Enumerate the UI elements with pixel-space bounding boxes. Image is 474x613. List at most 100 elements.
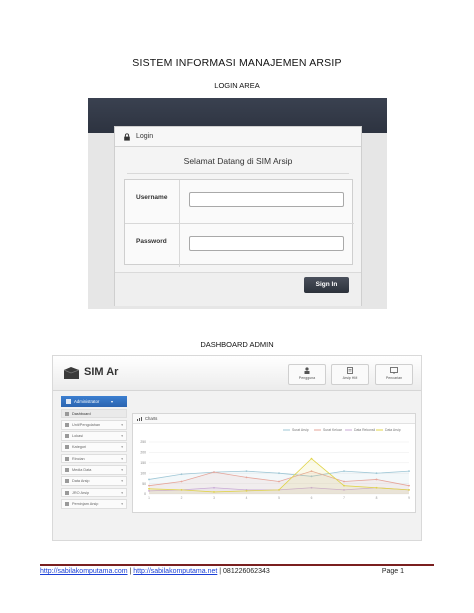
footer-link-net[interactable]: http://sabilakomputama.net: [133, 568, 217, 575]
sidebar-item-kategori[interactable]: Kategori ▾: [61, 442, 127, 453]
chevron-down-icon: ▾: [121, 434, 123, 439]
menu-icon: [65, 434, 69, 439]
login-panel-header: Login: [115, 127, 361, 147]
x-tick-label: 8: [376, 496, 378, 500]
legend-label: Surat Keluar: [323, 428, 343, 432]
x-tick-label: 2: [181, 496, 183, 500]
y-tick-label: 150: [140, 461, 146, 465]
data-point: [213, 471, 215, 474]
line-chart: 0 50 100 150 200 250 1 2 3 4 5 6 7 8 9 Surat Arsip Surat…: [140, 428, 410, 500]
sidebar-item-label: Dashboard: [72, 411, 91, 416]
data-point: [148, 487, 150, 490]
sidebar-item-label: Unit/Pengolahan: [72, 422, 101, 427]
y-tick-label: 0: [144, 492, 146, 496]
password-input[interactable]: [189, 236, 344, 251]
login-panel-title: Login: [136, 133, 154, 140]
data-point: [375, 486, 378, 489]
login-divider: [127, 173, 349, 174]
login-welcome-text: Selamat Datang di SIM Arsip: [183, 156, 293, 166]
y-tick-label: 100: [140, 471, 146, 475]
sidebar-item-rincian[interactable]: Rincian ▾: [61, 453, 127, 464]
chevron-down-icon: ▾: [121, 456, 123, 461]
chevron-down-icon: ▾: [121, 490, 123, 495]
menu-icon: [65, 501, 69, 506]
data-point: [408, 470, 410, 473]
document-title: SISTEM INFORMASI MANAJEMEN ARSIP: [132, 57, 342, 69]
chevron-down-icon: ▾: [121, 445, 123, 450]
chevron-down-icon: ▾: [111, 399, 114, 404]
x-tick-label: 6: [311, 496, 313, 500]
y-tick-label: 50: [142, 482, 146, 486]
section-label-dashboard: DASHBOARD ADMIN: [200, 340, 274, 349]
chart-panel-header: Charts: [133, 414, 415, 424]
data-point: [245, 476, 248, 479]
data-point: [213, 486, 215, 489]
x-tick-label: 4: [246, 496, 248, 500]
login-screenshot: Login Selamat Datang di SIM Arsip Userna…: [88, 98, 387, 309]
data-point: [180, 488, 183, 491]
sign-in-button[interactable]: Sign In: [304, 277, 349, 293]
chart-panel: Charts 0 50 100 150 200 250 1 2 3 4 5 6 7 8 9 Surat Ars…: [132, 413, 416, 513]
data-point: [343, 470, 345, 473]
quick-button-arsip[interactable]: Arsip HM: [331, 364, 369, 385]
data-point: [310, 457, 313, 460]
footer-link-com[interactable]: http://sabilakomputama.com: [40, 568, 128, 575]
quick-button-pencarian[interactable]: Pencarian: [375, 364, 413, 385]
x-tick-label: 9: [408, 496, 410, 500]
quick-button-label: Pengguna: [298, 376, 316, 380]
menu-icon: [65, 445, 69, 450]
sidebar-item-label: Lokasi: [72, 434, 83, 439]
quick-button-label: Pencarian: [385, 376, 403, 380]
quick-button-pengguna[interactable]: Pengguna: [288, 364, 326, 385]
legend-label: Data Rekonsil: [354, 428, 375, 432]
monitor-icon: [390, 367, 398, 374]
login-footer: Sign In: [115, 272, 361, 306]
username-input[interactable]: [189, 192, 344, 207]
data-point: [180, 473, 183, 476]
chevron-down-icon: ▾: [121, 479, 123, 484]
footer-rule: [40, 564, 434, 566]
legend-label: Surat Arsip: [292, 428, 309, 432]
sidebar-item-label: Data Arsip: [72, 479, 90, 484]
data-point: [343, 480, 345, 483]
sidebar-item-label: Kategori: [72, 445, 87, 450]
data-point: [408, 488, 410, 491]
users-icon: [304, 367, 310, 374]
y-tick-label: 250: [140, 440, 146, 444]
form-separator: [179, 180, 180, 223]
sidebar-item-dashboard[interactable]: Dashboard: [61, 408, 127, 419]
document-icon: [347, 367, 353, 374]
sidebar-item-data-arsip[interactable]: Data Arsip ▾: [61, 476, 127, 487]
data-point: [278, 480, 280, 483]
menu-icon: [65, 479, 69, 484]
sidebar-item-label: Peminjam Arsip: [72, 501, 99, 506]
dashboard-sidebar: Administrator ▾ Dashboard Unit/Pengolaha…: [61, 396, 127, 540]
sidebar-item-label: JRO Arsip: [72, 490, 90, 495]
user-label: Administrator: [74, 399, 100, 404]
chart-title: Charts: [145, 416, 158, 421]
sidebar-item-lokasi[interactable]: Lokasi ▾: [61, 431, 127, 441]
dashboard-screenshot: SIM Ar Pengguna Arsip HM Pencarian Admin…: [52, 355, 422, 541]
user-menu[interactable]: Administrator ▾: [61, 396, 127, 407]
footer-text: http://sabilakomputama.com | http://sabi…: [40, 568, 270, 575]
x-tick-label: 1: [148, 496, 150, 500]
password-row: Password: [125, 223, 354, 267]
menu-icon: [65, 490, 69, 495]
x-tick-label: 7: [343, 496, 345, 500]
chevron-down-icon: ▾: [121, 467, 123, 472]
home-icon: [65, 411, 69, 416]
data-point: [375, 478, 378, 481]
x-tick-label: 5: [278, 496, 280, 500]
data-point: [213, 491, 215, 493]
data-point: [375, 472, 378, 475]
avatar: [66, 399, 71, 404]
sidebar-item-media[interactable]: Media Data ▾: [61, 464, 127, 475]
sidebar-item-peminjam[interactable]: Peminjam Arsip ▾: [61, 498, 127, 509]
dashboard-logo-text: SIM Ar: [84, 366, 119, 378]
x-tick-label: 3: [213, 496, 215, 500]
sidebar-item-unit[interactable]: Unit/Pengolahan ▾: [61, 419, 127, 430]
data-point: [408, 484, 410, 487]
chevron-down-icon: ▾: [121, 422, 123, 427]
sidebar-item-jro[interactable]: JRO Arsip ▾: [61, 487, 127, 498]
username-label: Username: [136, 194, 168, 201]
